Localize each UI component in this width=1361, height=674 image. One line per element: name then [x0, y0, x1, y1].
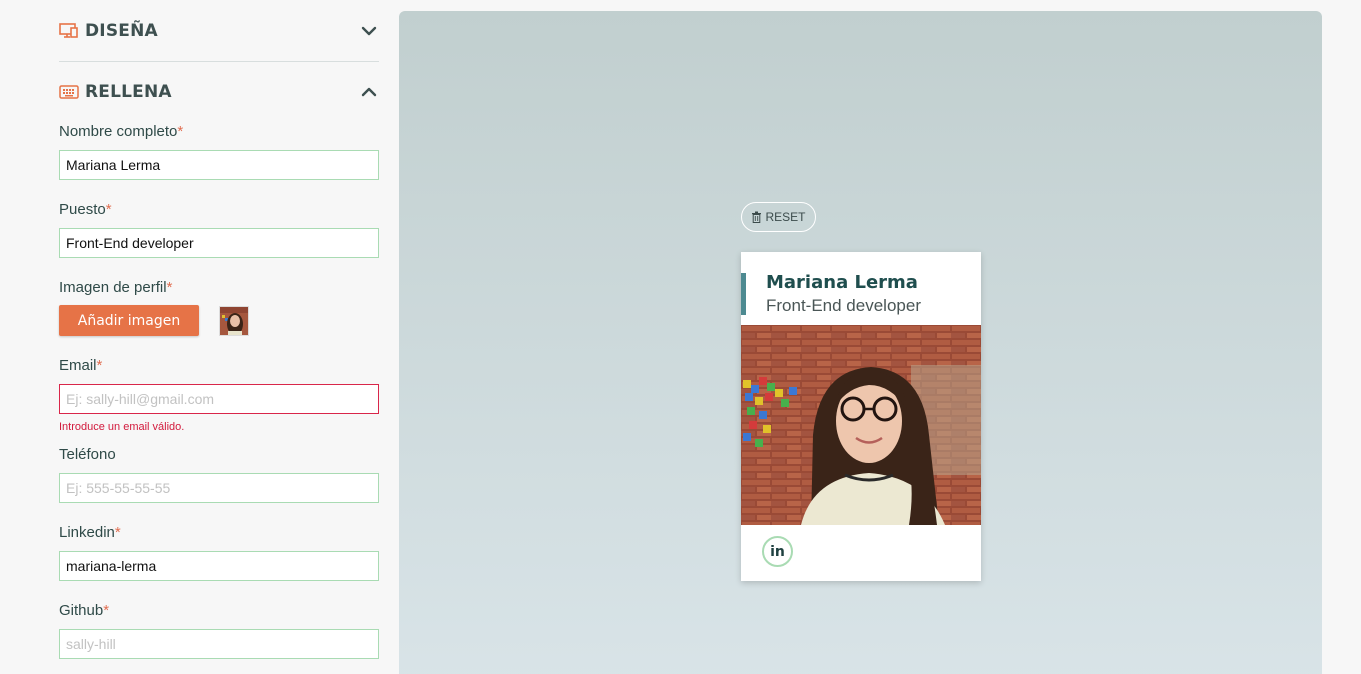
section-design-title: DISEÑA	[85, 21, 158, 41]
github-field[interactable]	[59, 629, 379, 659]
section-fill-header[interactable]: RELLENA	[59, 77, 379, 107]
chevron-up-icon[interactable]	[359, 83, 379, 101]
profile-card: Mariana Lerma Front-End developer in	[741, 252, 981, 581]
email-label: Email*	[59, 357, 103, 374]
trash-icon	[752, 211, 762, 223]
phone-field[interactable]	[59, 473, 379, 503]
section-fill-title: RELLENA	[85, 82, 172, 102]
reset-button[interactable]: RESET	[741, 202, 816, 232]
reset-label: RESET	[765, 210, 806, 224]
full-name-label: Nombre completo*	[59, 123, 184, 140]
chevron-down-icon[interactable]	[359, 22, 379, 40]
linkedin-field[interactable]	[59, 551, 379, 581]
form-panel: DISEÑA RELLENA Nombre completo* Mariana …	[59, 0, 379, 674]
full-name-field[interactable]	[59, 150, 379, 180]
card-preview-area: RESET Mariana Lerma Front-End developer	[399, 11, 1322, 674]
section-divider	[59, 61, 379, 62]
email-field[interactable]	[59, 384, 379, 414]
profile-thumbnail	[219, 306, 249, 336]
phone-label: Teléfono	[59, 446, 116, 463]
card-job: Front-End developer	[766, 296, 921, 315]
keyboard-icon	[59, 84, 79, 100]
card-profile-photo	[741, 325, 981, 525]
section-design-header[interactable]: DISEÑA	[59, 16, 379, 46]
github-label: Github*	[59, 602, 110, 619]
email-error-message: Introduce un email válido.	[59, 421, 185, 433]
job-label: Puesto*	[59, 201, 112, 218]
linkedin-label: Linkedin*	[59, 524, 121, 541]
profile-image-label: Imagen de perfil*	[59, 279, 173, 296]
job-field[interactable]	[59, 228, 379, 258]
card-name: Mariana Lerma	[766, 272, 918, 293]
linkedin-icon[interactable]: in	[762, 536, 793, 567]
card-accent-bar	[741, 273, 746, 315]
add-image-button[interactable]: Añadir imagen	[59, 305, 199, 336]
monitor-icon	[59, 23, 79, 39]
linkedin-icon-label: in	[770, 543, 785, 560]
